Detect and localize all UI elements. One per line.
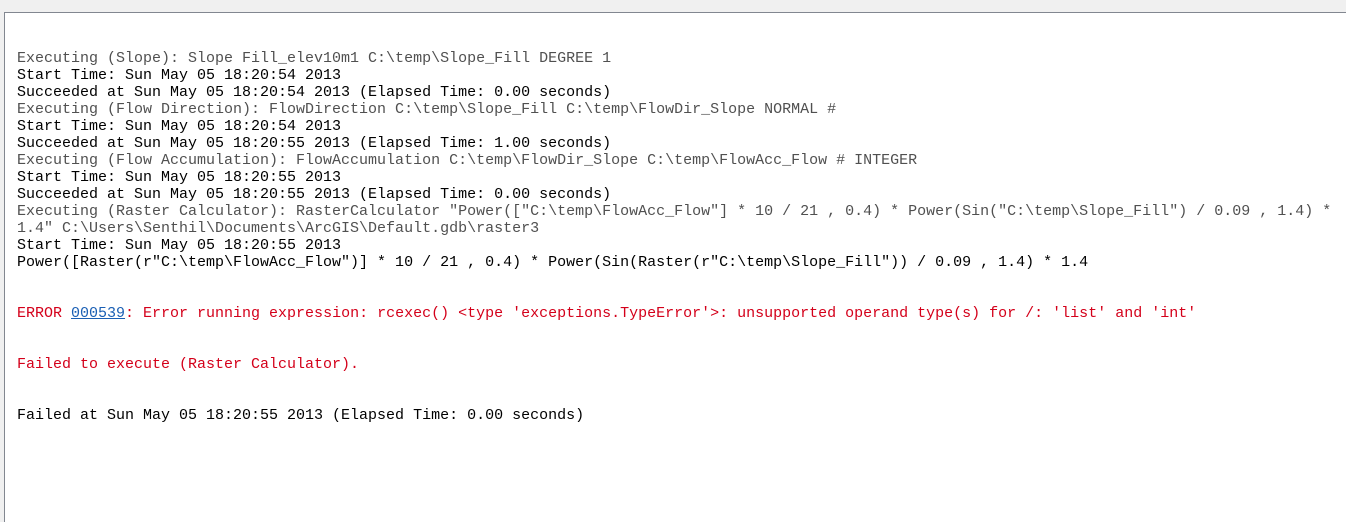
results-message-panel: Executing (Slope): Slope Fill_elev10m1 C…	[4, 12, 1346, 522]
log-line-normal: Succeeded at Sun May 05 18:20:54 2013 (E…	[17, 84, 612, 101]
message-log: Executing (Slope): Slope Fill_elev10m1 C…	[17, 16, 1331, 458]
log-line-normal: Start Time: Sun May 05 18:20:54 2013	[17, 118, 342, 135]
error-line: ERROR 000539: Error running expression: …	[17, 305, 1331, 322]
failed-to-execute-line: Failed to execute (Raster Calculator).	[17, 356, 360, 373]
error-message: : Error running expression: rcexec() <ty…	[125, 305, 1197, 322]
error-prefix: ERROR	[17, 305, 72, 322]
failed-at-line: Failed at Sun May 05 18:20:55 2013 (Elap…	[17, 407, 585, 424]
error-code-link[interactable]: 000539	[71, 305, 125, 322]
log-line-normal: Start Time: Sun May 05 18:20:55 2013	[17, 169, 342, 186]
log-lines: Executing (Slope): Slope Fill_elev10m1 C…	[17, 50, 1331, 271]
log-line-normal: Start Time: Sun May 05 18:20:54 2013	[17, 67, 342, 84]
log-line-info: Executing (Slope): Slope Fill_elev10m1 C…	[17, 50, 612, 67]
log-line-normal: Succeeded at Sun May 05 18:20:55 2013 (E…	[17, 186, 612, 203]
log-line-normal: Start Time: Sun May 05 18:20:55 2013	[17, 237, 342, 254]
log-line-info: 1.4" C:\Users\Senthil\Documents\ArcGIS\D…	[17, 220, 540, 237]
log-line-normal: Succeeded at Sun May 05 18:20:55 2013 (E…	[17, 135, 612, 152]
log-line-normal: Power([Raster(r"C:\temp\FlowAcc_Flow")] …	[17, 254, 1089, 271]
log-line-info: Executing (Flow Accumulation): FlowAccum…	[17, 152, 918, 169]
log-line-info: Executing (Raster Calculator): RasterCal…	[17, 203, 1332, 220]
log-line-info: Executing (Flow Direction): FlowDirectio…	[17, 101, 837, 118]
